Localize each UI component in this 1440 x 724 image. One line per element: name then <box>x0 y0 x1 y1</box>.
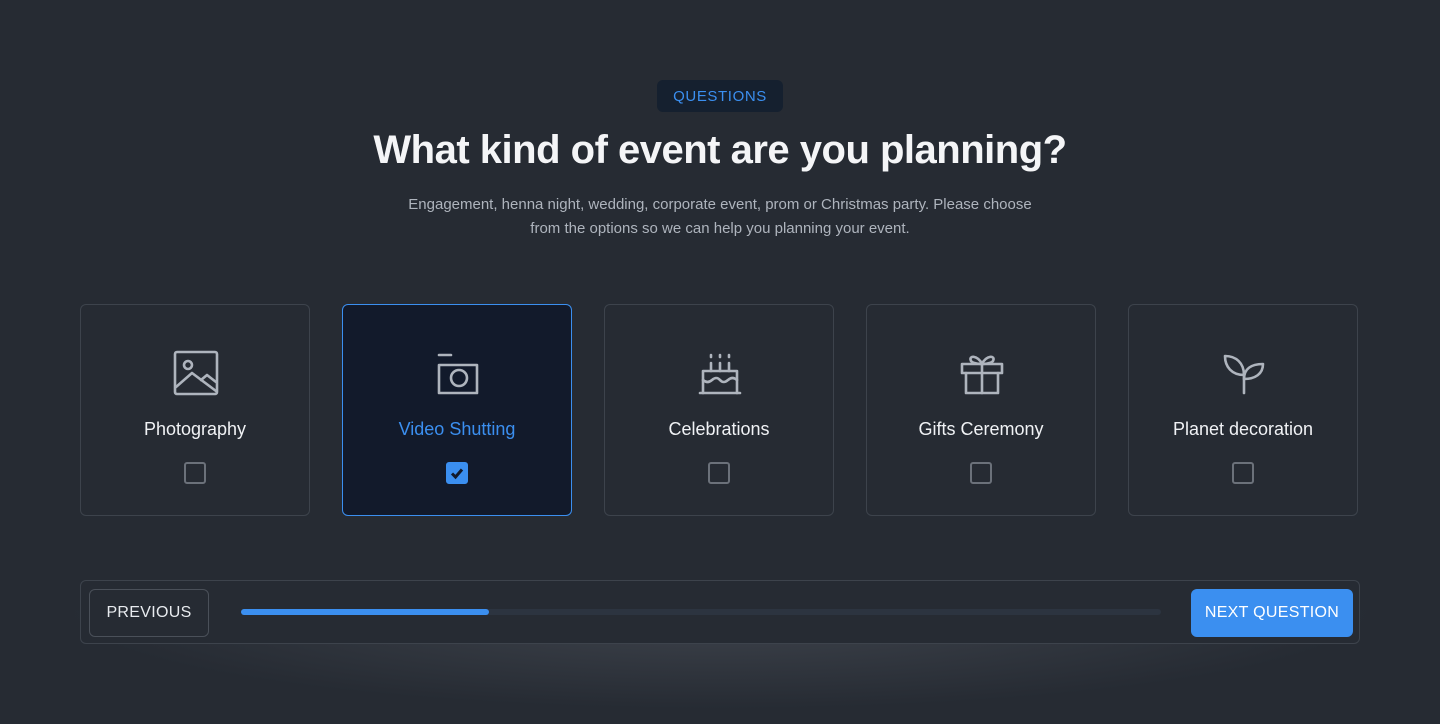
checkmark-icon <box>450 468 464 480</box>
option-label: Celebrations <box>668 419 770 439</box>
camera-icon <box>432 347 484 399</box>
option-label: Planet decoration <box>1172 419 1314 439</box>
plant-icon <box>1218 347 1270 399</box>
next-question-button[interactable]: NEXT QUESTION <box>1191 589 1353 637</box>
section-badge: QUESTIONS <box>657 80 783 112</box>
gift-icon <box>956 347 1008 399</box>
page-subtitle: Engagement, henna night, wedding, corpor… <box>350 193 1090 241</box>
option-label: Gifts Ceremony <box>918 419 1044 439</box>
cake-icon <box>694 347 746 399</box>
option-checkbox[interactable] <box>1232 462 1254 484</box>
option-card-celebrations[interactable]: Celebrations <box>604 304 834 516</box>
image-icon <box>170 347 222 399</box>
option-checkbox[interactable] <box>970 462 992 484</box>
navigation-bar: PREVIOUS NEXT QUESTION <box>80 580 1360 644</box>
progress-bar-fill <box>241 609 490 615</box>
page-title: What kind of event are you planning? <box>373 128 1067 172</box>
option-card-planet-decoration[interactable]: Planet decoration <box>1128 304 1358 516</box>
subtitle-line-1: Engagement, henna night, wedding, corpor… <box>408 196 1032 213</box>
option-card-video-shutting[interactable]: Video Shutting <box>342 304 572 516</box>
option-checkbox-checked[interactable] <box>446 462 468 484</box>
subtitle-line-2: from the options so we can help you plan… <box>530 220 910 237</box>
progress-bar <box>241 609 1161 615</box>
previous-button[interactable]: PREVIOUS <box>89 589 209 637</box>
option-label: Video Shutting <box>398 419 516 439</box>
option-label: Photography <box>143 419 247 439</box>
option-card-gifts-ceremony[interactable]: Gifts Ceremony <box>866 304 1096 516</box>
option-checkbox[interactable] <box>184 462 206 484</box>
option-card-photography[interactable]: Photography <box>80 304 310 516</box>
option-checkbox[interactable] <box>708 462 730 484</box>
